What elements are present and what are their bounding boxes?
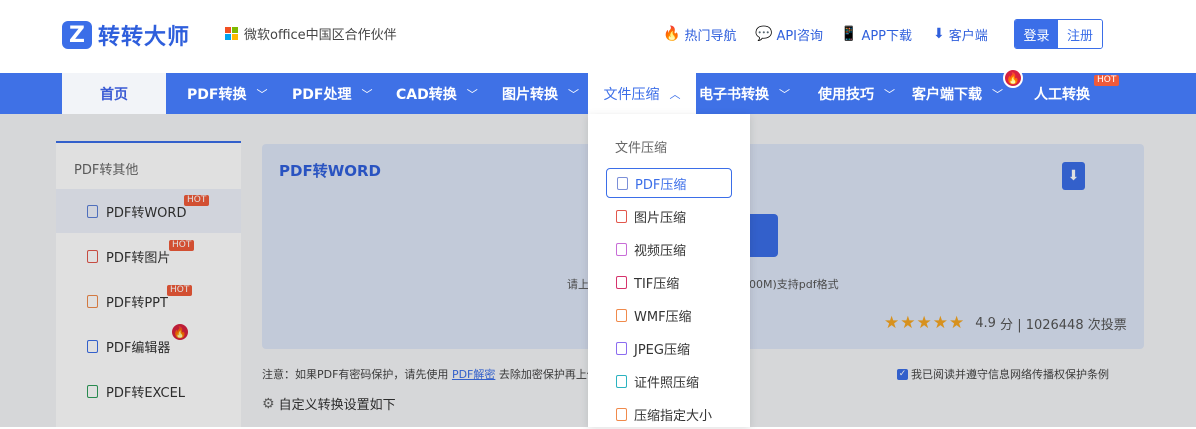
- client-label: 客户端: [948, 28, 988, 44]
- dropdown-item-label: WMF压缩: [634, 309, 692, 325]
- dropdown-item-label: TIF压缩: [634, 276, 680, 292]
- dropdown-item-label: JPEG压缩: [634, 342, 690, 358]
- nav-label: 客户端下载: [912, 86, 982, 103]
- file-compress-dropdown: 文件压缩 PDF压缩 图片压缩 视频压缩 TIF压缩 WMF压缩 JPEG压缩 …: [588, 114, 750, 427]
- nav-file-compress[interactable]: 文件压缩 ︿: [588, 73, 696, 114]
- fire-badge-icon: 🔥: [1003, 68, 1023, 88]
- nav-manual-convert[interactable]: 人工转换: [1034, 73, 1090, 114]
- ms-square: [232, 33, 238, 40]
- dropdown-item-label: PDF压缩: [635, 177, 687, 193]
- ms-square: [232, 26, 238, 33]
- nav-label: 图片转换: [502, 86, 558, 103]
- nav-tips[interactable]: 使用技巧 ﹀: [818, 73, 895, 114]
- hot-nav-label: 热门导航: [684, 28, 737, 44]
- chevron-down-icon: ﹀: [992, 87, 1003, 101]
- register-button[interactable]: 注册: [1058, 20, 1102, 48]
- wmf-file-icon: [616, 308, 627, 322]
- chevron-down-icon: ﹀: [568, 87, 579, 101]
- dropdown-item-tif-compress[interactable]: TIF压缩: [606, 267, 732, 297]
- hot-badge: HOT: [1094, 75, 1120, 86]
- dropdown-item-jpeg-compress[interactable]: JPEG压缩: [606, 333, 732, 363]
- dropdown-item-image-compress[interactable]: 图片压缩: [606, 201, 732, 231]
- chevron-down-icon: ﹀: [779, 87, 790, 101]
- chat-icon: 💬: [755, 26, 773, 42]
- dropdown-item-label: 证件照压缩: [634, 375, 700, 391]
- dropdown-item-label: 图片压缩: [634, 210, 687, 226]
- video-file-icon: [616, 242, 627, 256]
- nav-label: 使用技巧: [818, 86, 874, 103]
- main-nav: 首页 PDF转换 ﹀ PDF处理 ﹀ CAD转换 ﹀ 图片转换 ﹀ 文件压缩 ︿…: [0, 68, 1196, 114]
- auth-buttons: 登录 注册: [1014, 19, 1103, 49]
- phone-icon: 📱: [840, 26, 858, 42]
- nav-client-download[interactable]: 客户端下载 ﹀: [912, 73, 1003, 114]
- nav-label: 文件压缩: [603, 86, 660, 103]
- api-consult-label: API咨询: [776, 28, 824, 44]
- ms-square: [225, 33, 231, 40]
- api-consult-link[interactable]: 💬 API咨询: [755, 24, 823, 44]
- chevron-down-icon: ﹀: [361, 87, 373, 101]
- dropdown-item-label: 视频压缩: [634, 243, 687, 259]
- image-file-icon: [616, 209, 627, 223]
- app-download-label: APP下载: [861, 28, 913, 44]
- microsoft-icon: [225, 26, 239, 41]
- jpeg-file-icon: [616, 341, 627, 355]
- hot-nav-link[interactable]: 🔥 热门导航: [663, 24, 736, 44]
- app-download-link[interactable]: 📱 APP下载: [840, 24, 912, 44]
- download-icon: ⬇: [933, 26, 945, 42]
- id-photo-icon: [616, 374, 627, 388]
- tif-file-icon: [616, 275, 627, 289]
- pdf-file-icon: [617, 176, 628, 190]
- nav-ebook-convert[interactable]: 电子书转换 ﹀: [699, 73, 790, 114]
- chevron-up-icon: ︿: [669, 87, 681, 101]
- logo-mark: Z: [62, 21, 92, 49]
- chevron-down-icon: ﹀: [466, 87, 478, 101]
- nav-cad-convert[interactable]: CAD转换 ﹀: [396, 73, 478, 114]
- site-logo[interactable]: Z 转转大师: [62, 19, 190, 51]
- client-link[interactable]: ⬇ 客户端: [933, 24, 988, 44]
- partner-text: 微软office中国区合作伙伴: [244, 28, 397, 43]
- nav-home[interactable]: 首页: [62, 73, 166, 114]
- nav-pdf-convert[interactable]: PDF转换 ﹀: [187, 73, 267, 114]
- chevron-down-icon: ﹀: [256, 87, 268, 101]
- dropdown-item-pdf-compress[interactable]: PDF压缩: [606, 168, 732, 198]
- nav-image-convert[interactable]: 图片转换 ﹀: [502, 73, 579, 114]
- nav-label: CAD转换: [396, 86, 457, 103]
- nav-label: 人工转换: [1034, 86, 1090, 103]
- nav-pdf-process[interactable]: PDF处理 ﹀: [292, 73, 372, 114]
- fire-icon: 🔥: [663, 26, 681, 42]
- chevron-down-icon: ﹀: [884, 87, 895, 101]
- dropdown-item-wmf-compress[interactable]: WMF压缩: [606, 300, 732, 330]
- nav-label: PDF转换: [187, 86, 247, 103]
- dropdown-title: 文件压缩: [615, 141, 668, 156]
- nav-label: 电子书转换: [699, 86, 769, 103]
- site-header: Z 转转大师 微软office中国区合作伙伴 🔥 热门导航 💬 API咨询 📱 …: [0, 0, 1196, 73]
- login-button[interactable]: 登录: [1015, 20, 1058, 48]
- resize-icon: [616, 407, 627, 421]
- logo-text: 转转大师: [98, 25, 191, 50]
- ms-square: [225, 26, 231, 33]
- dropdown-item-compress-to-size[interactable]: 压缩指定大小: [606, 399, 732, 429]
- dropdown-item-id-photo-compress[interactable]: 证件照压缩: [606, 366, 732, 396]
- dropdown-item-video-compress[interactable]: 视频压缩: [606, 234, 732, 264]
- nav-label: PDF处理: [292, 86, 352, 103]
- partner-badge: 微软office中国区合作伙伴: [225, 24, 397, 43]
- dropdown-item-label: 压缩指定大小: [634, 408, 713, 424]
